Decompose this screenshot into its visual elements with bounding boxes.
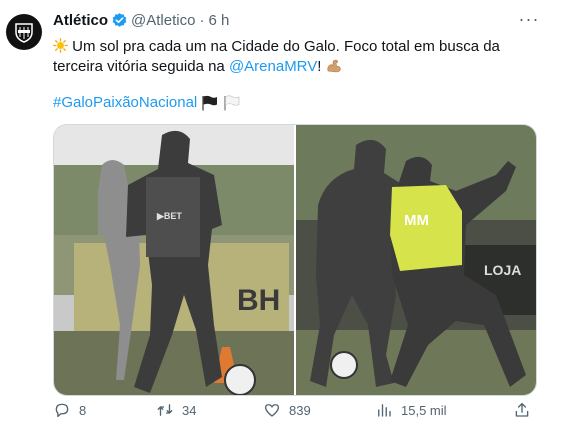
separator-dot: ·	[199, 12, 205, 29]
left-banner-text: BH	[237, 284, 280, 317]
more-icon[interactable]: ···	[518, 10, 540, 32]
sun-emoji	[53, 38, 68, 53]
hashtag-line: #GaloPaixãoNacional	[53, 93, 241, 113]
views-button[interactable]: 15,5 mil	[375, 401, 447, 419]
reply-count: 8	[79, 402, 87, 418]
tweet-text: Um sol pra cada um na Cidade do Galo. Fo…	[53, 37, 553, 77]
repost-icon	[157, 404, 173, 416]
timestamp[interactable]: 6 h	[208, 12, 229, 29]
flexed-arm-emoji	[327, 59, 341, 73]
action-bar: 8 34 839 15,5 mil	[53, 401, 543, 429]
repost-button[interactable]: 34	[156, 401, 196, 419]
like-button[interactable]: 839	[263, 401, 311, 419]
like-count: 839	[289, 402, 311, 418]
share-icon	[515, 402, 529, 417]
white-flag-emoji	[224, 95, 240, 111]
views-count: 15,5 mil	[401, 402, 447, 418]
views-icon	[378, 404, 391, 417]
tweet-header: Atlético @Atletico · 6 h	[53, 12, 229, 29]
training-photo-right[interactable]: LOJA MM	[296, 125, 536, 395]
repost-count: 34	[182, 402, 197, 418]
club-logo-icon	[15, 23, 33, 43]
avatar[interactable]	[6, 14, 42, 50]
verified-icon[interactable]	[111, 12, 128, 29]
svg-text:▶BET: ▶BET	[156, 211, 182, 221]
like-icon	[264, 404, 280, 417]
reply-icon	[55, 403, 69, 418]
hashtag-link[interactable]: #GaloPaixãoNacional	[53, 93, 197, 113]
display-name[interactable]: Atlético	[53, 12, 108, 29]
training-photo-left[interactable]: BH ▶BET	[54, 125, 294, 395]
tweet-text-part2: !	[317, 58, 326, 75]
black-flag-emoji	[202, 95, 218, 111]
reply-button[interactable]: 8	[53, 401, 86, 419]
svg-text:MM: MM	[404, 212, 429, 229]
tweet[interactable]: Atlético @Atletico · 6 h ··· Um sol pra …	[0, 0, 570, 442]
right-banner-text: LOJA	[484, 262, 521, 278]
handle[interactable]: @Atletico	[131, 12, 195, 29]
share-button[interactable]	[513, 401, 539, 419]
mention-link[interactable]: @ArenaMRV	[229, 58, 317, 75]
tweet-media[interactable]: BH ▶BET LOJA MM	[53, 124, 537, 396]
